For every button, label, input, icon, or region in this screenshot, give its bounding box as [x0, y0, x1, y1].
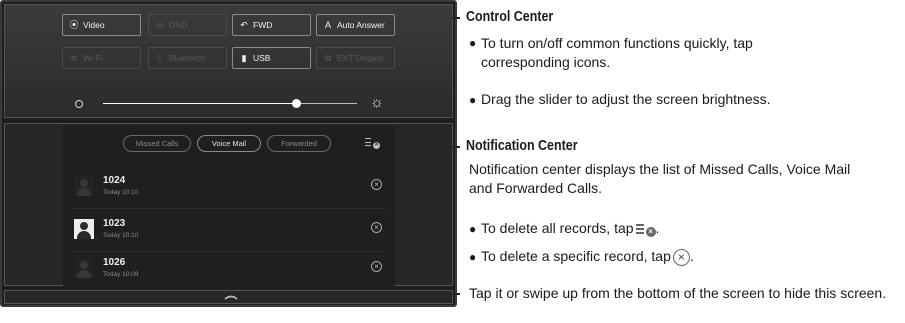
list-item[interactable]: 1024 Today 10:10 × — [63, 167, 395, 209]
chevron-up-icon[interactable] — [224, 294, 238, 300]
brightness-high-icon: ☼ — [370, 94, 384, 111]
ext-display-icon: ⧉ — [324, 53, 332, 63]
brightness-slider-knob[interactable] — [292, 99, 302, 108]
control-center-bullet-2: ● Drag the slider to adjust the screen br… — [469, 91, 771, 107]
auto-answer-tile-label: Auto Answer — [337, 20, 385, 30]
usb-tile-label: USB — [253, 53, 271, 63]
notification-center-panel: Missed Calls Voice Mail Forwarded × 1024… — [4, 123, 453, 286]
record-number: 1023 — [103, 218, 126, 229]
clear-all-icon: × — [635, 222, 656, 238]
record-time: Today 10:09 — [103, 271, 139, 278]
wifi-tile-label: Wi-Fi — [83, 53, 103, 63]
delete-record-icon: × — [672, 248, 690, 266]
dnd-icon: ⊖ — [156, 20, 164, 30]
delete-record-icon[interactable]: × — [371, 179, 382, 190]
dnd-tile-label: DND — [169, 20, 188, 30]
bluetooth-tile[interactable]: ᛒ Bluetooth — [148, 47, 227, 69]
video-tile[interactable]: ⦿ Video — [62, 14, 141, 36]
location-pin-icon: ⦿ — [69, 20, 79, 30]
tab-forwarded[interactable]: Forwarded — [267, 135, 331, 152]
fwd-tile[interactable]: ↶ FWD — [232, 14, 311, 36]
notification-center-title: Notification Center — [466, 138, 578, 154]
bluetooth-icon: ᛒ — [157, 53, 163, 63]
list-item[interactable]: 1023 Today 10:10 × — [63, 210, 395, 252]
device-screen: ⦿ Video ⊖ DND ↶ FWD A Auto Answer ≋ Wi-Fi ᛒ Bl… — [0, 0, 457, 307]
control-center-panel: ⦿ Video ⊖ DND ↶ FWD A Auto Answer ≋ Wi-Fi ᛒ Bl… — [4, 4, 453, 118]
notification-bullet-2: ● To delete a specific record, tap ×. — [469, 248, 694, 266]
record-number: 1024 — [103, 175, 126, 186]
forward-arrow-icon: ↶ — [240, 20, 248, 30]
tab-missed-calls[interactable]: Missed Calls — [123, 135, 191, 152]
hide-handle-callout — [452, 293, 460, 295]
ext-display-tile[interactable]: ⧉ EXT Display — [316, 47, 395, 69]
brightness-low-icon — [75, 100, 83, 108]
ext-display-tile-label: EXT Display — [337, 53, 384, 63]
auto-answer-icon: A — [324, 20, 331, 30]
record-number: 1026 — [103, 257, 126, 268]
notification-list: Missed Calls Voice Mail Forwarded × 1024… — [63, 126, 395, 286]
notification-bullet-1: ● To delete all records, tap ×. — [469, 220, 660, 238]
tab-voice-mail[interactable]: Voice Mail — [197, 135, 261, 152]
auto-answer-tile[interactable]: A Auto Answer — [316, 14, 395, 36]
avatar — [74, 219, 94, 239]
avatar — [74, 258, 94, 278]
video-tile-label: Video — [83, 20, 105, 30]
clear-all-icon[interactable]: × — [365, 138, 380, 149]
notification-center-callout — [452, 146, 460, 148]
control-center-callout — [452, 17, 460, 19]
bluetooth-tile-label: Bluetooth — [169, 53, 205, 63]
brightness-slider-fill — [103, 103, 297, 104]
record-time: Today 10:10 — [103, 189, 139, 196]
fwd-tile-label: FWD — [253, 20, 273, 30]
delete-record-icon[interactable]: × — [371, 222, 382, 233]
brightness-slider[interactable] — [103, 99, 357, 108]
wifi-icon: ≋ — [70, 53, 78, 63]
dnd-tile[interactable]: ⊖ DND — [148, 14, 227, 36]
wifi-tile[interactable]: ≋ Wi-Fi — [62, 47, 141, 69]
hide-handle-bar[interactable] — [4, 290, 453, 304]
hide-screen-description: Tap it or swipe up from the bottom of th… — [469, 285, 887, 301]
control-center-title: Control Center — [466, 9, 554, 25]
record-time: Today 10:10 — [103, 232, 139, 239]
list-item[interactable]: 1026 Today 10:09 × — [63, 249, 395, 289]
delete-record-icon[interactable]: × — [371, 261, 382, 272]
usb-tile[interactable]: ▮ USB — [232, 47, 311, 69]
control-center-bullet-1: ● To turn on/off common functions quickl… — [469, 35, 753, 70]
notification-center-description: Notification center displays the list of… — [469, 161, 851, 196]
usb-icon: ▮ — [241, 53, 247, 63]
avatar — [74, 176, 94, 196]
brightness-row: ☼ — [5, 91, 454, 115]
